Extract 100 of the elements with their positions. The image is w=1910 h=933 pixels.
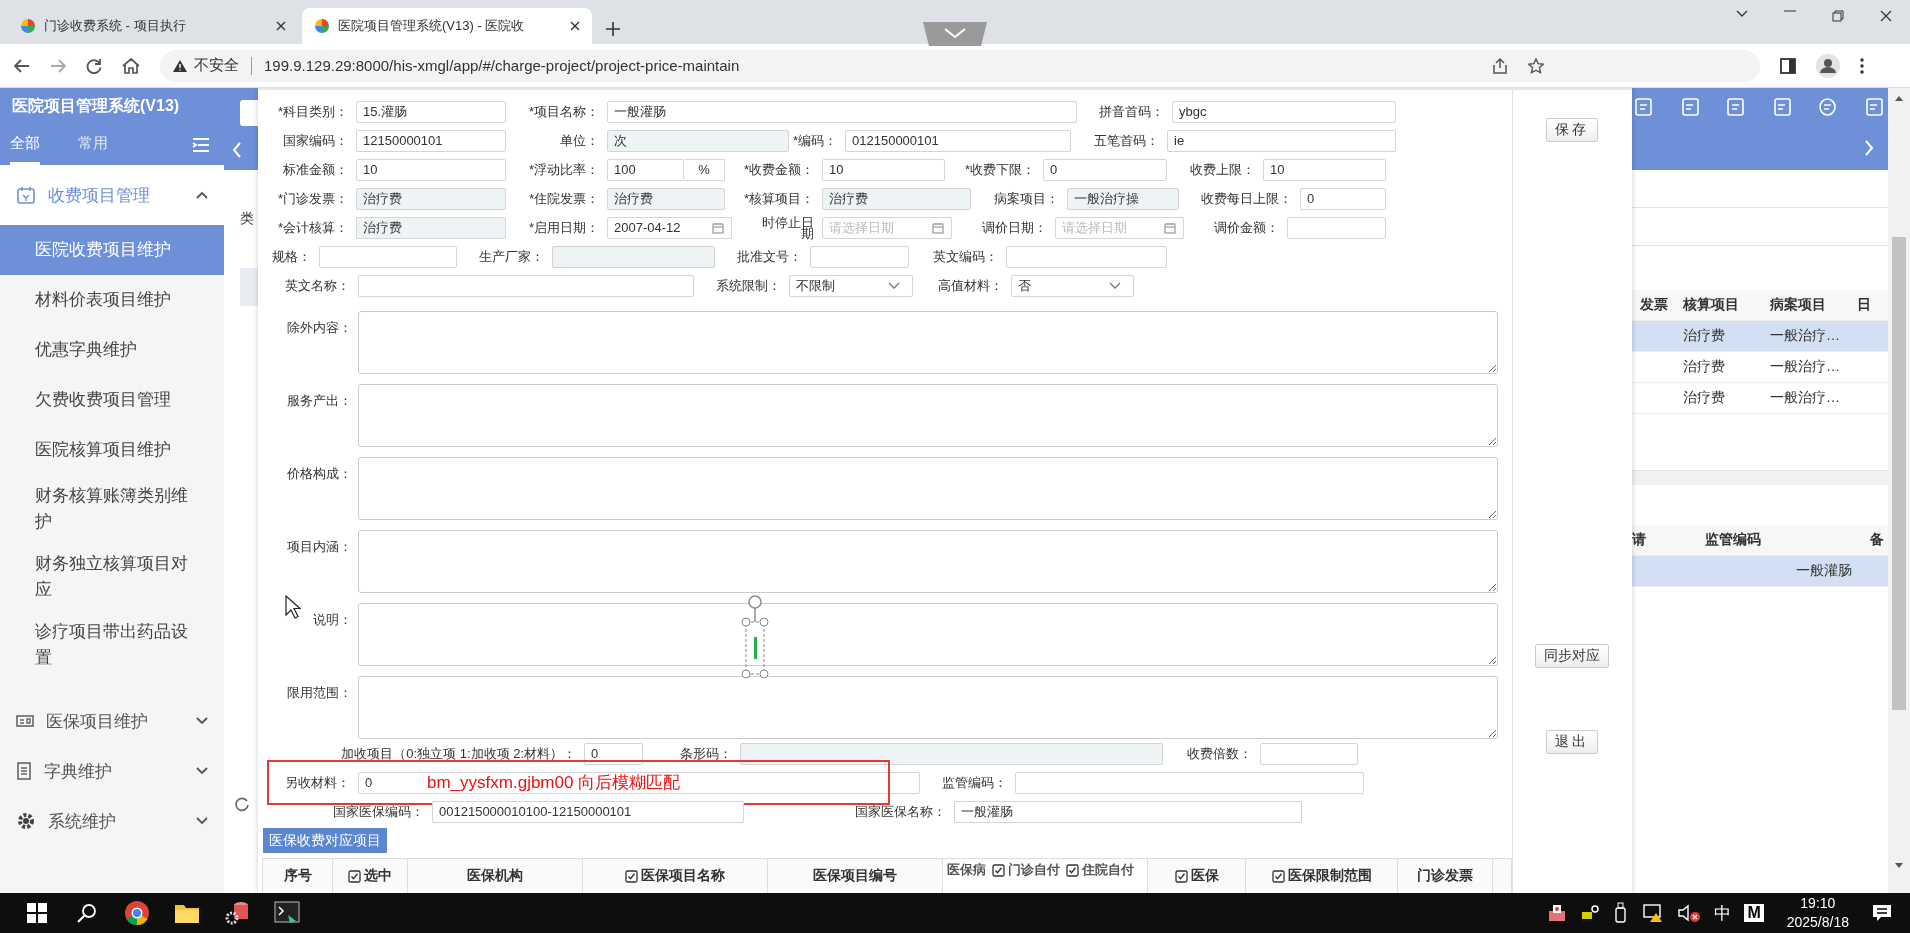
text-field[interactable]: 一般治疗操 xyxy=(1067,187,1179,210)
dialog-button[interactable]: 退出 xyxy=(1546,730,1598,754)
text-field[interactable]: 10 xyxy=(822,158,945,181)
browser-icon[interactable] xyxy=(124,900,150,926)
warning-icon[interactable] xyxy=(172,58,188,73)
dropdown[interactable]: 否 xyxy=(1011,274,1134,297)
sidebar-icon[interactable] xyxy=(1780,57,1796,74)
search-field[interactable] xyxy=(240,100,258,126)
date-field[interactable]: 请选择日期 xyxy=(822,216,952,239)
text-field[interactable]: 12150000101 xyxy=(356,129,506,152)
text-field[interactable]: 012150000101 xyxy=(845,129,1071,152)
ime-indicator[interactable]: 中 xyxy=(1714,901,1732,925)
chevron-down-icon[interactable] xyxy=(196,717,208,725)
text-field[interactable]: ybgc xyxy=(1172,100,1396,123)
text-field[interactable]: 100 xyxy=(607,158,684,181)
sidebar-item[interactable]: 诊疗项目带出药品设置 xyxy=(0,611,224,679)
text-field[interactable]: 一般灌肠 xyxy=(954,800,1302,823)
profile-icon[interactable] xyxy=(1816,53,1840,78)
text-field[interactable]: 治疗费 xyxy=(356,216,506,239)
text-field[interactable]: 治疗费 xyxy=(822,187,971,210)
database-gear-icon[interactable] xyxy=(224,900,250,926)
chevron-right-icon[interactable] xyxy=(1864,140,1874,156)
sidebar-item[interactable]: 欠费收费项目管理 xyxy=(0,375,224,425)
browser-tab[interactable]: 门诊收费系统 - 项目执行 xyxy=(8,8,298,44)
scrollbar-thumb[interactable] xyxy=(1892,237,1906,710)
dropdown-handle-icon[interactable] xyxy=(923,22,987,46)
restore-icon[interactable] xyxy=(1832,10,1844,22)
clock-date[interactable]: 2025/8/18 xyxy=(1786,913,1849,932)
sidebar-item[interactable]: 财务独立核算项目对应 xyxy=(0,543,224,611)
dialog-button[interactable]: 保存 xyxy=(1546,118,1598,142)
scroll-up-icon[interactable] xyxy=(1894,94,1904,102)
text-field[interactable]: 次 xyxy=(607,129,789,152)
chevron-up-icon[interactable] xyxy=(196,191,208,199)
section-tab[interactable]: 医保收费对应项目 xyxy=(263,828,387,853)
text-field[interactable]: 一般灌肠 xyxy=(607,100,1077,123)
close-icon[interactable] xyxy=(276,21,286,31)
checkbox-icon[interactable] xyxy=(625,870,638,883)
text-field[interactable] xyxy=(1006,245,1167,268)
menu-icon[interactable] xyxy=(192,137,210,153)
security-label[interactable]: 不安全 xyxy=(194,56,239,75)
chevron-down-icon[interactable] xyxy=(196,767,208,775)
star-icon[interactable] xyxy=(1528,57,1544,74)
back-icon[interactable] xyxy=(14,57,30,74)
close-icon[interactable] xyxy=(570,21,580,31)
text-field[interactable]: 001215000010100-12150000101 xyxy=(432,800,744,823)
reload-icon[interactable] xyxy=(86,57,102,74)
notification-icon[interactable] xyxy=(1872,903,1892,923)
more-icon[interactable] xyxy=(1860,57,1864,74)
text-field[interactable]: 15.灌肠 xyxy=(356,100,506,123)
refresh-icon[interactable] xyxy=(234,796,250,812)
date-field[interactable]: 请选择日期 xyxy=(1055,216,1184,239)
date-field[interactable]: 2007-04-12 xyxy=(607,216,732,239)
text-field[interactable]: 10 xyxy=(1263,158,1386,181)
chevron-left-icon[interactable] xyxy=(232,142,242,158)
checkbox-icon[interactable] xyxy=(1271,870,1285,883)
share-icon[interactable] xyxy=(1492,57,1508,74)
scroll-down-icon[interactable] xyxy=(1894,862,1904,870)
text-field[interactable] xyxy=(1015,771,1364,794)
sidebar-item[interactable]: 材料价表项目维护 xyxy=(0,275,224,325)
text-field[interactable] xyxy=(740,742,1163,765)
mute-icon[interactable] xyxy=(1677,903,1702,923)
checkbox-icon[interactable] xyxy=(1066,864,1079,877)
checkbox-icon[interactable] xyxy=(1174,870,1188,883)
sidebar-item[interactable]: 医院核算项目维护 xyxy=(0,425,224,475)
text-field[interactable] xyxy=(319,245,457,268)
text-field[interactable]: 治疗费 xyxy=(607,187,725,210)
sidebar-item[interactable]: 财务核算账簿类别维护 xyxy=(0,475,224,543)
text-field[interactable] xyxy=(810,245,909,268)
text-field[interactable]: 治疗费 xyxy=(356,187,506,210)
network-icon[interactable] xyxy=(1580,904,1601,922)
browser-tab[interactable]: 医院项目管理系统(V13) - 医院收 xyxy=(302,8,592,44)
folder-icon[interactable] xyxy=(174,902,200,924)
search-icon[interactable] xyxy=(77,903,97,923)
text-field[interactable] xyxy=(358,274,694,297)
dropdown[interactable]: 不限制 xyxy=(789,274,913,297)
terminal-icon[interactable] xyxy=(274,901,300,925)
text-field[interactable]: 0 xyxy=(1300,187,1386,210)
network-warning-icon[interactable] xyxy=(1642,903,1665,923)
text-field[interactable]: 0 xyxy=(584,742,643,765)
start-icon[interactable] xyxy=(27,903,47,923)
address-bar[interactable]: 不安全 199.9.129.29:8000/his-xmgl/app/#/charge-project/project-price-maintain xyxy=(160,49,1760,82)
table-row[interactable]: 治疗费 一般治疗… xyxy=(1632,321,1888,352)
text-field[interactable]: ie xyxy=(1167,129,1396,152)
text-field[interactable] xyxy=(1287,216,1386,239)
new-tab-icon[interactable] xyxy=(606,22,620,36)
sidebar-item[interactable]: 优惠字典维护 xyxy=(0,325,224,375)
chevron-down-icon[interactable] xyxy=(1736,10,1748,18)
text-field[interactable]: 0 xyxy=(1043,158,1167,181)
printer-icon[interactable] xyxy=(1547,903,1568,923)
clock-time[interactable]: 19:10 xyxy=(1800,894,1836,913)
scrollbar-track[interactable] xyxy=(1632,471,1888,485)
text-field[interactable]: 10 xyxy=(356,158,506,181)
dialog-button[interactable]: 同步对应 xyxy=(1535,644,1609,668)
text-field[interactable] xyxy=(1260,742,1358,765)
chevron-down-icon[interactable] xyxy=(196,817,208,825)
input-mode-indicator[interactable]: M xyxy=(1744,904,1764,922)
home-icon[interactable] xyxy=(122,57,140,74)
table-row[interactable]: 一般灌肠 xyxy=(1632,556,1888,587)
checkbox-icon[interactable] xyxy=(348,870,361,883)
checkbox-icon[interactable] xyxy=(992,864,1005,877)
